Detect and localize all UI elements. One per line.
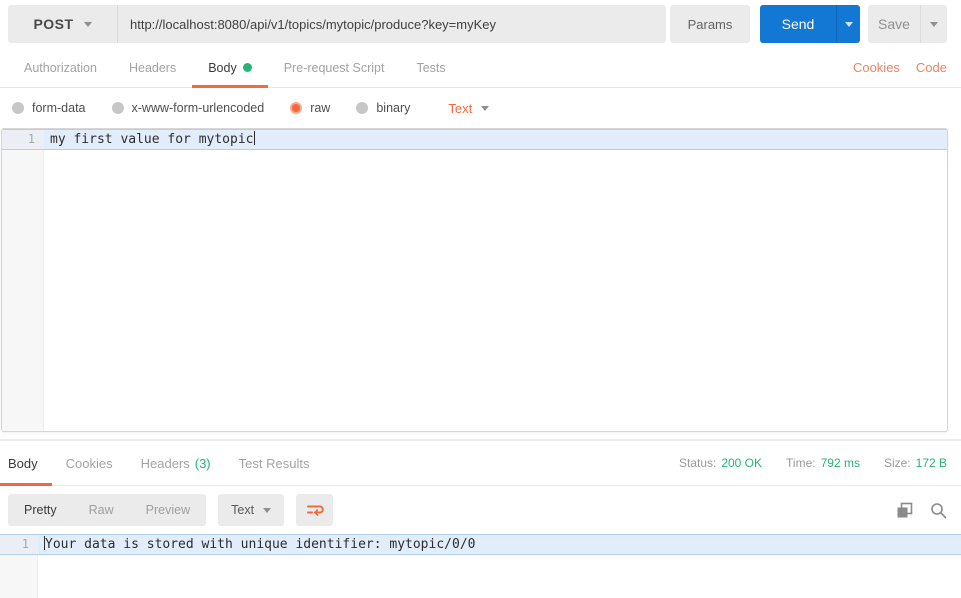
editor-empty-area[interactable] <box>2 150 947 431</box>
body-mode-binary[interactable]: binary <box>356 101 410 115</box>
tab-label: Cookies <box>65 455 113 471</box>
tab-label: Body <box>8 455 38 471</box>
chevron-down-icon <box>263 507 272 513</box>
time-label: Time: <box>786 456 816 470</box>
response-format-select[interactable]: Text <box>218 494 285 526</box>
time-badge: Time: 792 ms <box>786 456 860 470</box>
size-badge: Size: 172 B <box>884 456 947 470</box>
response-active-line[interactable]: 1 Your data is stored with unique identi… <box>0 534 961 555</box>
tab-body[interactable]: Body <box>192 48 268 88</box>
chevron-down-icon <box>83 21 92 27</box>
status-value: 200 OK <box>721 456 763 470</box>
response-tab-test-results[interactable]: Test Results <box>225 441 324 485</box>
response-actions <box>896 502 947 519</box>
tab-headers[interactable]: Headers <box>113 48 192 87</box>
tab-label: Tests <box>416 60 446 75</box>
request-bar: POST Params Send Save <box>0 0 961 48</box>
radio-label: raw <box>310 101 331 115</box>
copy-icon <box>897 502 913 517</box>
chevron-down-icon <box>481 105 490 111</box>
params-button[interactable]: Params <box>670 5 750 43</box>
send-dropdown-button[interactable] <box>836 5 860 43</box>
response-tabs: Body Cookies Headers (3) Test Results St… <box>0 441 961 486</box>
search-icon <box>931 502 947 518</box>
radio-label: binary <box>376 101 411 115</box>
raw-type-select[interactable]: Text <box>448 100 490 116</box>
response-toolbar: Pretty Raw Preview Text <box>0 486 961 534</box>
response-tab-body[interactable]: Body <box>0 441 52 486</box>
radio-selected-icon <box>290 102 303 114</box>
chevron-down-icon <box>844 21 853 27</box>
line-number: 1 <box>2 130 44 149</box>
body-mode-form-data[interactable]: form-data <box>12 101 86 115</box>
headers-count-badge: (3) <box>194 455 211 471</box>
response-line-text: Your data is stored with unique identifi… <box>44 536 476 552</box>
wrap-text-icon <box>306 505 324 516</box>
view-mode-group: Pretty Raw Preview <box>8 494 207 526</box>
request-tabs: Authorization Headers Body Pre-request S… <box>0 48 961 88</box>
editor-line-text: my first value for mytopic <box>50 131 255 147</box>
body-has-content-dot-icon <box>242 63 252 72</box>
line-number: 1 <box>0 535 38 554</box>
editor-active-line[interactable]: 1 my first value for mytopic <box>2 129 947 150</box>
status-label: Status: <box>678 456 717 470</box>
response-tab-cookies[interactable]: Cookies <box>52 441 127 485</box>
editor-gutter <box>2 150 44 431</box>
radio-icon <box>356 102 369 114</box>
cookies-link[interactable]: Cookies <box>853 60 900 75</box>
response-meta: Status: 200 OK Time: 792 ms Size: 172 B <box>679 441 947 485</box>
body-mode-row: form-data x-www-form-urlencoded raw bina… <box>0 88 961 128</box>
response-gutter <box>0 555 38 598</box>
radio-label: x-www-form-urlencoded <box>131 101 265 115</box>
send-split-button: Send <box>760 5 860 43</box>
size-label: Size: <box>883 456 911 470</box>
body-mode-x-www-form-urlencoded[interactable]: x-www-form-urlencoded <box>111 101 265 115</box>
format-label: Text <box>231 503 255 517</box>
tab-label: Headers <box>140 455 190 471</box>
radio-icon <box>111 102 124 114</box>
save-split-button: Save <box>868 5 947 43</box>
text-cursor <box>253 131 255 145</box>
save-dropdown-button[interactable] <box>920 5 947 43</box>
view-mode-preview[interactable]: Preview <box>130 494 206 526</box>
radio-icon <box>12 102 24 114</box>
request-tabs-right: Cookies Code <box>853 48 947 87</box>
body-mode-raw[interactable]: raw <box>290 101 330 115</box>
status-badge: Status: 200 OK <box>679 456 762 470</box>
view-mode-raw[interactable]: Raw <box>73 494 130 526</box>
view-mode-pretty[interactable]: Pretty <box>8 494 73 526</box>
tab-label: Authorization <box>24 60 97 75</box>
size-value: 172 B <box>915 456 947 470</box>
method-select[interactable]: POST <box>8 5 118 43</box>
response-tab-headers[interactable]: Headers (3) <box>127 441 225 485</box>
raw-type-label: Text <box>448 100 473 116</box>
request-body-editor[interactable]: 1 my first value for mytopic <box>1 128 948 432</box>
tab-label: Pre-request Script <box>283 60 385 75</box>
time-value: 792 ms <box>820 456 860 470</box>
save-button[interactable]: Save <box>868 5 920 43</box>
url-input[interactable] <box>118 5 666 43</box>
send-button[interactable]: Send <box>760 5 836 43</box>
tab-label: Body <box>208 60 237 75</box>
tab-pre-request-script[interactable]: Pre-request Script <box>268 48 401 87</box>
copy-response-button[interactable] <box>896 502 913 519</box>
search-response-button[interactable] <box>930 502 947 519</box>
tab-authorization[interactable]: Authorization <box>8 48 113 87</box>
wrap-text-button[interactable] <box>296 494 334 526</box>
tab-label: Test Results <box>238 455 310 471</box>
tab-tests[interactable]: Tests <box>400 48 461 87</box>
radio-label: form-data <box>32 101 86 115</box>
method-label: POST <box>33 16 74 32</box>
tab-label: Headers <box>128 60 177 75</box>
response-body-editor[interactable]: 1 Your data is stored with unique identi… <box>0 534 961 598</box>
response-empty-area[interactable] <box>0 555 961 598</box>
chevron-down-icon <box>930 21 938 27</box>
code-link[interactable]: Code <box>916 60 947 75</box>
